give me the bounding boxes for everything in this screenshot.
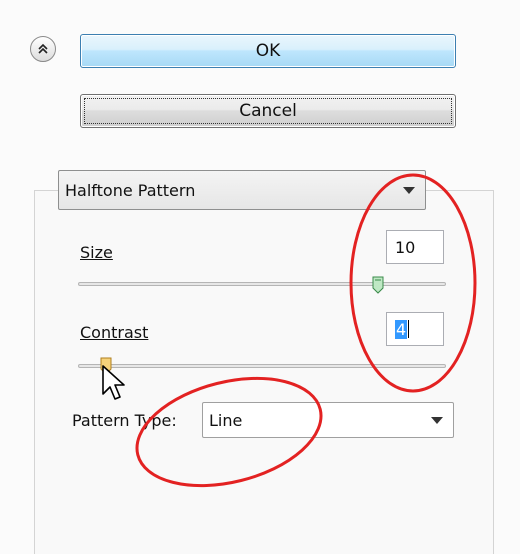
ok-button[interactable]: OK — [80, 34, 456, 68]
size-label-text: Size — [80, 243, 113, 262]
contrast-slider[interactable] — [78, 364, 446, 368]
collapse-toggle-button[interactable] — [30, 36, 56, 62]
size-slider-thumb[interactable] — [372, 276, 384, 294]
pattern-type-label: Pattern Type: — [72, 411, 177, 430]
pattern-type-select[interactable]: Line — [202, 402, 454, 438]
cancel-button[interactable]: Cancel — [80, 94, 456, 128]
mouse-pointer-icon — [102, 365, 125, 400]
double-chevron-up-icon — [38, 43, 48, 54]
pattern-type-value: Line — [209, 410, 243, 430]
contrast-input[interactable]: 4 — [386, 312, 444, 346]
contrast-label-text: Contrast — [80, 323, 149, 342]
contrast-input-value: 4 — [395, 319, 408, 339]
chevron-down-icon — [431, 417, 443, 424]
size-input-value: 10 — [395, 237, 416, 257]
text-caret — [408, 320, 410, 338]
size-input[interactable]: 10 — [386, 230, 444, 264]
size-label: Size — [80, 243, 113, 262]
filter-select-value: Halftone Pattern — [65, 180, 196, 200]
contrast-label: Contrast — [80, 323, 148, 342]
size-slider[interactable] — [78, 282, 446, 286]
chevron-down-icon — [403, 187, 415, 194]
filter-select[interactable]: Halftone Pattern — [58, 170, 426, 210]
filter-options-panel: OK Cancel Halftone Pattern Size 10 Contr… — [0, 0, 520, 554]
